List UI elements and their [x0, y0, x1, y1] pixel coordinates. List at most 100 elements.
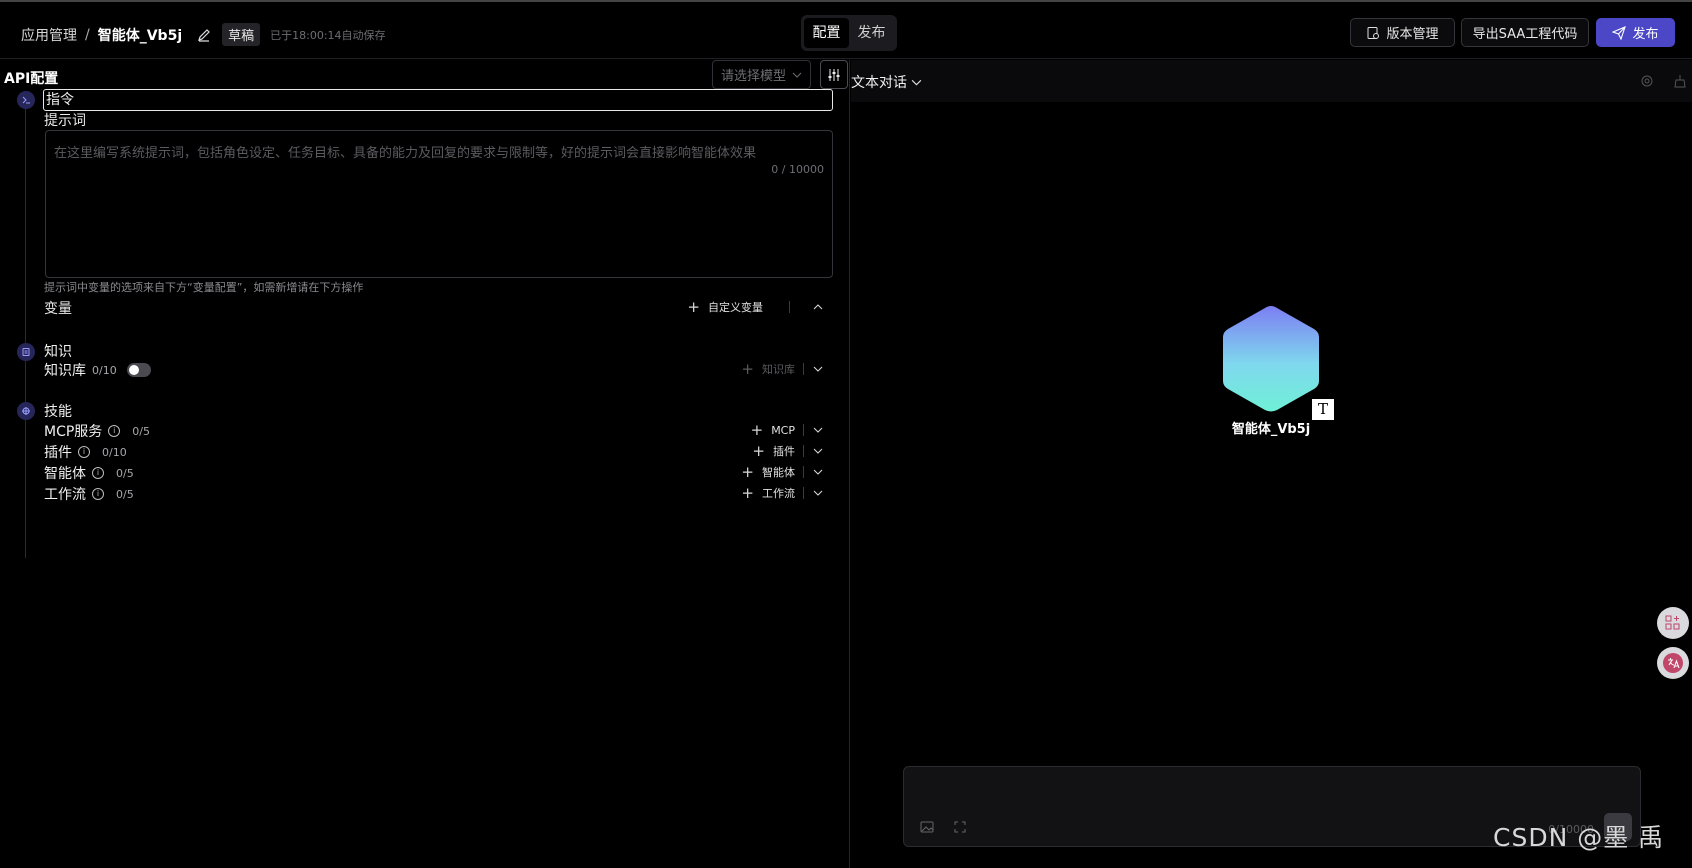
knowledge-base-count: 0/10 [92, 363, 117, 377]
prompt-placeholder: 在这里编写系统提示词，包括角色设定、任务目标、具备的能力及回复的要求与限制等，好… [54, 146, 757, 161]
model-settings-button[interactable] [820, 60, 848, 89]
info-icon[interactable]: i [92, 467, 104, 479]
app-grid-float-button[interactable] [1657, 607, 1689, 639]
autosave-status: 已于18:00:14自动保存 [270, 28, 386, 42]
prompt-char-count: 0 / 10000 [771, 163, 824, 176]
chat-mode-select[interactable]: 文本对话 [851, 72, 922, 92]
skill-label: 插件 [44, 445, 72, 461]
custom-variable-button[interactable]: 自定义变量 [708, 299, 763, 315]
preview-panel: 文本对话 T 智能体_Vb5j 0/10000 [851, 60, 1692, 868]
prompt-label: 提示词 [44, 113, 86, 129]
version-icon [1367, 26, 1380, 39]
chevron-down-icon [792, 72, 802, 78]
top-bar: 应用管理 / 智能体_Vb5j 草稿 已于18:00:14自动保存 配置 发布 … [0, 0, 1692, 59]
model-select-placeholder: 请选择模型 [720, 69, 786, 84]
skill-count: 0/5 [116, 466, 134, 480]
chevron-down-icon[interactable] [812, 487, 824, 499]
add-knowledge-base-button[interactable]: 知识库 [762, 361, 795, 377]
info-icon[interactable]: i [92, 488, 104, 500]
skill-row-plugin: 插件 i 0/10 [44, 442, 127, 462]
variables-actions: + 自定义变量 [687, 298, 824, 316]
plus-icon: + [750, 421, 764, 439]
add-mcp-button[interactable]: MCP [771, 424, 795, 437]
watermark: CSDN @墨 禹 [1493, 823, 1665, 852]
publish-label: 发布 [1632, 27, 1659, 42]
skills-section-icon [17, 402, 35, 420]
tab-config[interactable]: 配置 [804, 18, 849, 48]
skill-label: 工作流 [44, 487, 86, 503]
avatar-letter-badge: T [1312, 399, 1334, 420]
knowledge-base-label: 知识库 [44, 363, 86, 379]
knowledge-section-icon [17, 343, 35, 361]
agent-avatar [1223, 306, 1319, 412]
edit-icon[interactable] [196, 27, 212, 43]
export-saa-label: 导出SAA工程代码 [1472, 27, 1578, 42]
skill-row-mcp: MCP服务 i 0/5 [44, 421, 150, 441]
expand-icon[interactable] [954, 821, 966, 833]
plus-icon: + [687, 298, 700, 316]
tab-publish[interactable]: 发布 [849, 18, 894, 48]
publish-button[interactable]: 发布 [1596, 18, 1675, 47]
broom-icon[interactable] [1673, 74, 1687, 88]
divider [803, 487, 804, 499]
info-icon[interactable]: i [108, 425, 121, 437]
chevron-down-icon[interactable] [812, 466, 824, 478]
plus-icon: + [741, 484, 754, 502]
skill-row-workflow: 工作流 i 0/5 [44, 484, 134, 504]
skill-label: 智能体 [44, 466, 86, 482]
image-upload-icon[interactable] [920, 821, 934, 833]
translate-float-button[interactable] [1657, 647, 1689, 679]
translate-icon [1663, 653, 1683, 673]
skills-title: 技能 [44, 404, 72, 420]
chat-mode-label: 文本对话 [851, 75, 907, 91]
plus-icon: + [741, 463, 754, 481]
chevron-down-icon [911, 79, 922, 85]
send-icon [1612, 25, 1627, 40]
instruction-title[interactable]: 指令 [43, 89, 833, 111]
panel-title: API配置 [4, 71, 59, 87]
prompt-hint: 提示词中变量的选项来自下方“变量配置”，如需新增请在下方操作 [44, 281, 364, 294]
chevron-up-icon[interactable] [812, 301, 824, 313]
knowledge-base-toggle[interactable] [126, 363, 151, 377]
export-saa-button[interactable]: 导出SAA工程代码 [1461, 18, 1589, 47]
sliders-icon [828, 68, 840, 81]
divider [803, 424, 804, 436]
chevron-down-icon[interactable] [812, 363, 824, 375]
skill-actions-agent: + 智能体 [741, 463, 824, 481]
add-plugin-button[interactable]: 插件 [773, 443, 795, 459]
terminal-icon [22, 96, 30, 104]
skill-actions-mcp: + MCP [751, 421, 824, 439]
divider [803, 445, 804, 457]
variables-label: 变量 [44, 301, 72, 317]
knowledge-base-row: 知识库 0/10 [44, 360, 151, 380]
chevron-down-icon[interactable] [812, 424, 824, 436]
divider [789, 301, 790, 313]
app-name: 智能体_Vb5j [97, 27, 183, 44]
skill-label: MCP服务 [44, 424, 103, 440]
preview-header: 文本对话 [851, 60, 1692, 102]
add-agent-button[interactable]: 智能体 [762, 464, 795, 480]
plus-icon: + [752, 442, 765, 460]
puzzle-icon [22, 407, 30, 415]
prompt-textarea[interactable]: 在这里编写系统提示词，包括角色设定、任务目标、具备的能力及回复的要求与限制等，好… [45, 130, 833, 278]
breadcrumb: 应用管理 / 智能体_Vb5j 草稿 已于18:00:14自动保存 [21, 23, 386, 46]
app-grid-icon [1665, 615, 1680, 630]
divider [803, 466, 804, 478]
version-management-button[interactable]: 版本管理 [1350, 18, 1455, 47]
timeline-line [25, 98, 26, 558]
chevron-down-icon[interactable] [812, 445, 824, 457]
skill-actions-plugin: + 插件 [752, 442, 824, 460]
divider [803, 363, 804, 375]
draft-badge: 草稿 [222, 23, 261, 46]
mode-tabs: 配置 发布 [801, 15, 897, 51]
model-select[interactable]: 请选择模型 [712, 60, 811, 89]
knowledge-base-actions: + 知识库 [741, 360, 824, 378]
breadcrumb-root[interactable]: 应用管理 [21, 25, 77, 45]
skill-count: 0/10 [102, 445, 127, 459]
settings-icon[interactable] [1640, 74, 1654, 88]
knowledge-title: 知识 [44, 344, 72, 360]
config-panel: API配置 请选择模型 指令 提示词 在这里编写系统提示词，包括角色设定、任务目… [0, 60, 850, 868]
info-icon[interactable]: i [78, 446, 90, 458]
version-management-label: 版本管理 [1386, 27, 1439, 42]
add-workflow-button[interactable]: 工作流 [762, 485, 795, 501]
